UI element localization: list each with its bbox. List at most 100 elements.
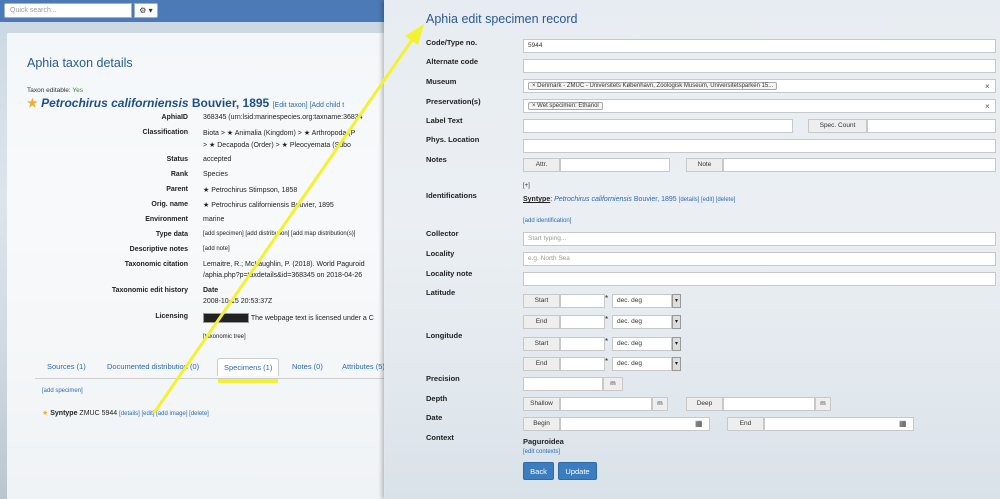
taxonomic-tree-link[interactable]: [taxonomic tree] <box>203 334 246 340</box>
label-text-input[interactable] <box>523 119 793 133</box>
row-key: Descriptive notes <box>129 246 188 253</box>
identification-action-links[interactable]: [details] [edit] [delete] <box>679 197 736 203</box>
label-museum: Museum <box>426 77 457 86</box>
label-identifications: Identifications <box>426 191 477 200</box>
add-note-link[interactable]: [add note] <box>203 246 230 252</box>
lat-start-unit-select[interactable]: dec. deg <box>612 294 672 308</box>
shallow-label: Shallow <box>523 397 560 411</box>
expand-toggle[interactable]: [+] <box>523 183 530 189</box>
lon-start-input[interactable] <box>560 337 605 351</box>
shallow-depth-input[interactable] <box>560 397 652 411</box>
orig-name-link[interactable]: ★ Petrochirus californiensis Bouvier, 18… <box>203 201 334 209</box>
clear-museum-icon[interactable]: × <box>985 82 990 91</box>
label-precision: Precision <box>426 374 460 383</box>
row-key: Classification <box>142 129 188 136</box>
calendar-icon[interactable]: ▦ <box>695 419 703 428</box>
row-rank: Rank Species <box>0 171 380 183</box>
editable-label: Taxon editable: <box>27 87 71 94</box>
museum-tag[interactable]: × Denmark - ZMUC - Universitets Københav… <box>528 82 778 90</box>
label-locality-note: Locality note <box>426 269 473 278</box>
type-data-links[interactable]: [add specimen] [add distribution] [add m… <box>203 231 355 237</box>
preservation-tag[interactable]: × Wet specimen: Ethanol <box>528 102 603 110</box>
row-orig-name: Orig. name ★ Petrochirus californiensis B… <box>0 201 380 213</box>
row-classification: Classification Biota > ★ Animalia (Kingdo… <box>0 129 380 141</box>
end-date-label: End <box>727 417 764 431</box>
row-status: Status accepted <box>0 156 380 168</box>
back-button[interactable]: Back <box>523 462 554 480</box>
identification-author: Bouvier, 1895 <box>633 196 677 203</box>
row-key: Status <box>166 156 188 163</box>
lon-start-unit-select[interactable]: dec. deg <box>612 337 672 351</box>
note-input[interactable] <box>723 158 996 172</box>
code-input[interactable]: 5944 <box>523 39 996 53</box>
chevron-down-icon[interactable]: ▾ <box>672 315 681 329</box>
attr-input[interactable] <box>560 158 670 172</box>
lon-end-unit-select[interactable]: dec. deg <box>612 357 672 371</box>
edit-contexts-link[interactable]: [edit contexts] <box>523 449 560 455</box>
parent-link[interactable]: ★ Petrochirus Stimpson, 1858 <box>203 186 297 194</box>
row-licensing: Licensing The webpage text is licensed u… <box>0 313 380 325</box>
chevron-down-icon[interactable]: ▾ <box>672 337 681 351</box>
tab-sources[interactable]: Sources (1) <box>47 362 86 371</box>
lon-end-input[interactable] <box>560 357 605 371</box>
add-identification-link[interactable]: [add identification] <box>523 218 571 224</box>
label-alternate-code: Alternate code <box>426 57 479 66</box>
degree-marker: * <box>605 294 609 303</box>
label-longitude: Longitude <box>426 331 463 340</box>
modal-title: Aphia edit specimen record <box>426 12 578 26</box>
gear-menu-button[interactable]: ⚙ ▾ <box>134 3 158 18</box>
classification-links[interactable]: Biota > ★ Animalia (Kingdom) > ★ Arthrop… <box>203 129 355 137</box>
lat-start-input[interactable] <box>560 294 605 308</box>
deep-depth-input[interactable] <box>723 397 815 411</box>
tab-attributes[interactable]: Attributes (5) <box>342 362 385 371</box>
row-classification-2: > ★ Decapoda (Order) > ★ Pleocyemata (Su… <box>0 141 380 153</box>
clear-preservation-icon[interactable]: × <box>985 102 990 111</box>
lat-end-label: End <box>523 315 560 329</box>
degree-marker: * <box>605 357 609 366</box>
tab-notes[interactable]: Notes (0) <box>292 362 323 371</box>
alternate-code-input[interactable] <box>523 59 996 73</box>
chevron-down-icon[interactable]: ▾ <box>672 294 681 308</box>
preservation-select[interactable]: × Wet specimen: Ethanol <box>523 99 996 113</box>
spec-count-input[interactable] <box>867 119 996 133</box>
row-value: accepted <box>203 156 232 163</box>
locality-note-input[interactable] <box>523 272 996 286</box>
highlight-underline <box>218 379 278 383</box>
lat-end-unit-select[interactable]: dec. deg <box>612 315 672 329</box>
cc-license-badge[interactable] <box>203 313 249 323</box>
star-icon: ★ <box>27 96 38 110</box>
lat-start-label: Start <box>523 294 560 308</box>
add-specimen-link[interactable]: [add specimen] <box>42 388 83 394</box>
page-title: Aphia taxon details <box>27 56 133 70</box>
identification-taxon-link[interactable]: Petrochirus californiensis <box>554 196 632 203</box>
history-date: 2008-10-15 20:53:37Z <box>203 298 273 305</box>
syntype-label: Syntype <box>50 410 78 417</box>
update-button[interactable]: Update <box>558 462 597 480</box>
collector-input[interactable]: Start typing... <box>523 232 996 246</box>
syntype-action-links[interactable]: [details] [edit] [add image] [delete] <box>119 411 209 417</box>
begin-date-input[interactable] <box>560 417 710 431</box>
identification-type: Syntype <box>523 196 551 203</box>
classification-links-2[interactable]: > ★ Decapoda (Order) > ★ Pleocyemata (Su… <box>203 141 351 149</box>
edit-taxon-links[interactable]: [Edit taxon] [Add child t <box>273 102 345 109</box>
row-key: Licensing <box>155 313 188 320</box>
tab-documented-distribution[interactable]: Documented distribution (0) <box>107 362 199 371</box>
row-value: Date <box>203 287 219 294</box>
begin-date-label: Begin <box>523 417 560 431</box>
tab-specimens[interactable]: Specimens (1) <box>217 358 280 376</box>
calendar-icon[interactable]: ▦ <box>899 419 907 428</box>
label-label-text: Label Text <box>426 116 463 125</box>
quick-search-input[interactable]: Quick search... <box>4 3 132 18</box>
label-preservation: Preservation(s) <box>426 97 481 106</box>
phys-location-input[interactable] <box>523 139 996 153</box>
lat-end-input[interactable] <box>560 315 605 329</box>
row-value: /aphia.php?p=taxdetails&id=368345 on 201… <box>203 272 363 279</box>
row-key: Environment <box>145 216 188 223</box>
row-type-data: Type data [add specimen] [add distributio… <box>0 231 380 243</box>
end-date-input[interactable] <box>764 417 914 431</box>
museum-select[interactable]: × Denmark - ZMUC - Universitets Københav… <box>523 79 996 93</box>
locality-input[interactable]: e.g. North Sea <box>523 252 996 266</box>
chevron-down-icon[interactable]: ▾ <box>672 357 681 371</box>
identification-item: Syntype: Petrochirus californiensis Bouv… <box>523 196 736 203</box>
precision-input[interactable] <box>523 377 603 391</box>
